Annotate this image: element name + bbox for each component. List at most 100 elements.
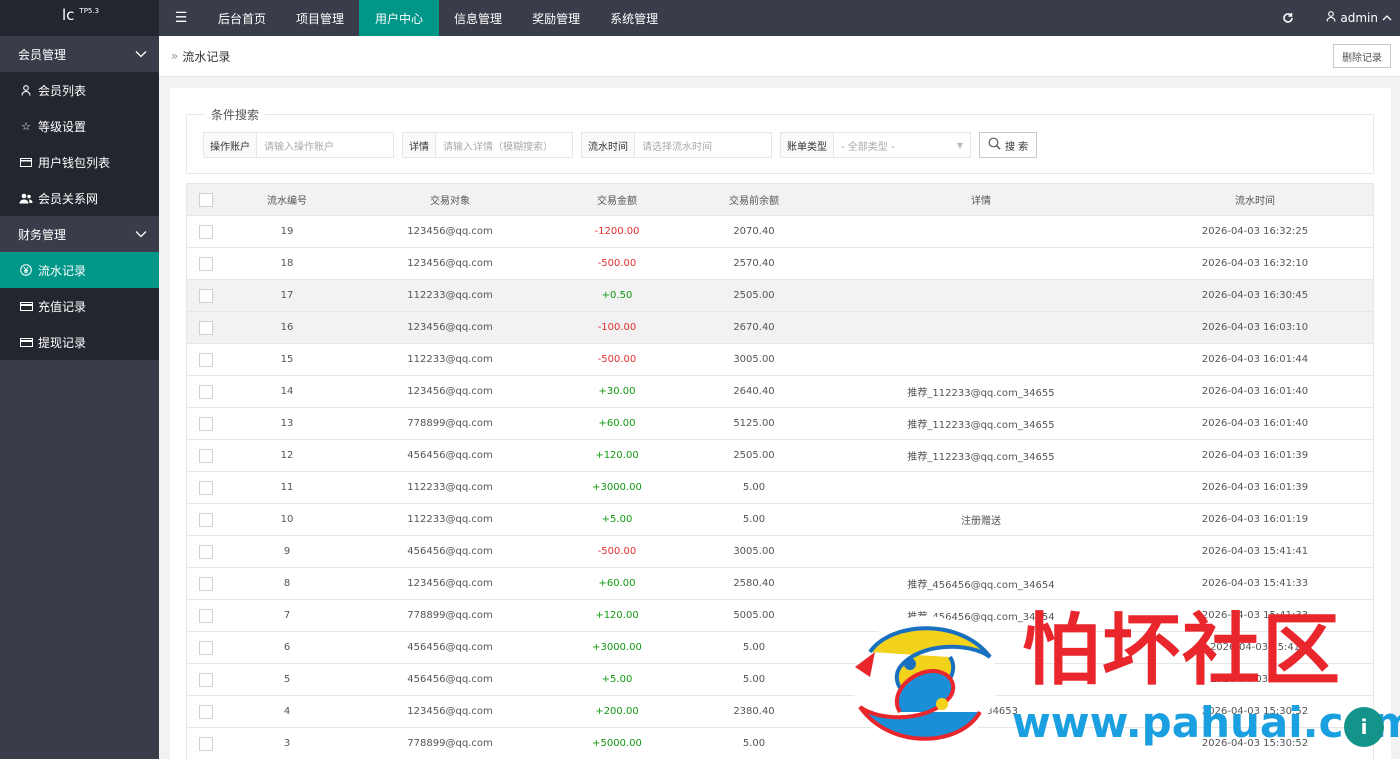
row-checkbox[interactable]: [187, 736, 225, 751]
logo[interactable]: lc TP5.3: [0, 0, 159, 36]
cell-balance: 3005.00: [733, 354, 775, 365]
page-title: 流水记录: [182, 49, 231, 64]
nav-info[interactable]: 信息管理: [439, 0, 517, 36]
row-checkbox[interactable]: [187, 608, 225, 623]
type-select[interactable]: - 全部类型 - ▼: [834, 133, 970, 157]
detail-label: 详情: [403, 133, 436, 157]
sidebar-group-label: 财务管理: [18, 227, 67, 242]
table-row[interactable]: 18 123456@qq.com -500.00 2570.40 2026-04-03 …: [187, 248, 1373, 280]
star-icon: ☆: [21, 119, 31, 133]
table-row[interactable]: 13 778899@qq.com +60.00 5125.00 推荐_112233@qq…: [187, 408, 1373, 440]
cell-time: 2026-04-03 16:01:44: [1201, 354, 1309, 365]
row-checkbox[interactable]: [187, 224, 225, 239]
delete-records-button[interactable]: 删除记录: [1333, 44, 1391, 68]
content-panel: 条件搜索 操作账户 请输入操作账户 详情 请输入详情（模糊搜索） 流水时间 请选…: [170, 88, 1391, 759]
row-checkbox[interactable]: [187, 576, 225, 591]
row-checkbox[interactable]: [187, 512, 225, 527]
row-checkbox[interactable]: [187, 288, 225, 303]
row-checkbox[interactable]: [187, 448, 225, 463]
table-row[interactable]: 3 778899@qq.com +5000.00 5.00 2026-04-03 15:…: [187, 728, 1373, 759]
cell-id: 3: [283, 738, 291, 749]
cell-object: 112233@qq.com: [407, 290, 493, 301]
cell-amount: +30.00: [598, 386, 636, 397]
yen-icon: [19, 264, 33, 276]
search-button-label: 搜 索: [1005, 141, 1029, 153]
header-object: 交易对象: [430, 196, 470, 207]
row-checkbox[interactable]: [187, 704, 225, 719]
table-row[interactable]: 11 112233@qq.com +3000.00 5.00 2026-04-03 16…: [187, 472, 1373, 504]
cell-amount: +5.00: [601, 514, 633, 525]
nav-projects[interactable]: 项目管理: [281, 0, 359, 36]
search-button[interactable]: 搜 索: [979, 132, 1038, 158]
sidebar-item-network[interactable]: 会员关系网: [0, 180, 159, 216]
sidebar-item-label: 会员列表: [38, 83, 87, 98]
row-checkbox[interactable]: [187, 384, 225, 399]
cell-amount: +3000.00: [592, 642, 642, 653]
refresh-icon[interactable]: [1268, 12, 1308, 24]
sidebar-item-member-list[interactable]: 会员列表: [0, 72, 159, 108]
time-input[interactable]: 请选择流水时间: [635, 133, 771, 157]
cell-detail: qq.com_34653: [943, 706, 1019, 717]
sidebar-item-flow-records[interactable]: 流水记录: [0, 252, 159, 288]
sidebar-item-recharge[interactable]: 充值记录: [0, 288, 159, 324]
cell-time: 2026-04-03 15:30:52: [1201, 738, 1309, 749]
table-row[interactable]: 4 123456@qq.com +200.00 2380.40 qq.com_34653…: [187, 696, 1373, 728]
type-label: 账单类型: [781, 133, 834, 157]
time-label: 流水时间: [582, 133, 635, 157]
cell-object: 778899@qq.com: [407, 418, 493, 429]
row-checkbox[interactable]: [187, 352, 225, 367]
sidebar-group-members[interactable]: 会员管理: [0, 36, 159, 72]
table-row[interactable]: 17 112233@qq.com +0.50 2505.00 2026-04-03 16…: [187, 280, 1373, 312]
sidebar-item-levels[interactable]: ☆ 等级设置: [0, 108, 159, 144]
cell-balance: 5125.00: [733, 418, 775, 429]
user-menu[interactable]: admin: [1308, 11, 1400, 25]
account-input[interactable]: 请输入操作账户: [257, 133, 393, 157]
table-row[interactable]: 12 456456@qq.com +120.00 2505.00 推荐_112233@q…: [187, 440, 1373, 472]
cell-id: 18: [280, 258, 294, 269]
detail-input[interactable]: 请输入详情（模糊搜索）: [436, 133, 572, 157]
cell-balance: 2505.00: [733, 290, 775, 301]
row-checkbox[interactable]: [187, 320, 225, 335]
cell-balance: 5.00: [742, 674, 766, 685]
select-all-checkbox[interactable]: [187, 192, 225, 207]
row-checkbox[interactable]: [187, 256, 225, 271]
nav-rewards[interactable]: 奖励管理: [517, 0, 595, 36]
table-row[interactable]: 16 123456@qq.com -100.00 2670.40 2026-04-03 …: [187, 312, 1373, 344]
table-row[interactable]: 5 456456@qq.com +5.00 5.00 送 2026-04-03 15:41: [187, 664, 1373, 696]
table-row[interactable]: 14 123456@qq.com +30.00 2640.40 推荐_112233@qq…: [187, 376, 1373, 408]
table-row[interactable]: 8 123456@qq.com +60.00 2580.40 推荐_456456@qq.…: [187, 568, 1373, 600]
row-checkbox[interactable]: [187, 544, 225, 559]
cell-time: 2026-04-03 15:41: [1209, 674, 1301, 685]
cell-detail: 推荐_112233@qq.com_34655: [907, 452, 1055, 463]
cell-id: 10: [280, 514, 294, 525]
search-fieldset: 条件搜索 操作账户 请输入操作账户 详情 请输入详情（模糊搜索） 流水时间 请选…: [186, 106, 1374, 174]
nav-home[interactable]: 后台首页: [203, 0, 281, 36]
table-row[interactable]: 19 123456@qq.com -1200.00 2070.40 2026-04-03…: [187, 216, 1373, 248]
row-checkbox[interactable]: [187, 480, 225, 495]
sidebar-item-wallets[interactable]: 用户钱包列表: [0, 144, 159, 180]
row-checkbox[interactable]: [187, 672, 225, 687]
cell-id: 11: [280, 482, 294, 493]
sidebar-item-withdraw[interactable]: 提现记录: [0, 324, 159, 360]
sidebar-group-finance[interactable]: 财务管理: [0, 216, 159, 252]
table-row[interactable]: 6 456456@qq.com +3000.00 5.00 2026-04-03 15:…: [187, 632, 1373, 664]
cell-object: 456456@qq.com: [407, 450, 493, 461]
cell-object: 123456@qq.com: [407, 258, 493, 269]
cell-balance: 2380.40: [733, 706, 775, 717]
cell-detail: 推荐_456456@qq.com_34654: [907, 612, 1055, 623]
nav-user-center[interactable]: 用户中心: [359, 0, 440, 36]
row-checkbox[interactable]: [187, 640, 225, 655]
table-row[interactable]: 7 778899@qq.com +120.00 5005.00 推荐_456456@qq…: [187, 600, 1373, 632]
table-row[interactable]: 15 112233@qq.com -500.00 3005.00 2026-04-03 …: [187, 344, 1373, 376]
table-row[interactable]: 10 112233@qq.com +5.00 5.00 注册赠送 2026-04-03 1…: [187, 504, 1373, 536]
table-row[interactable]: 9 456456@qq.com -500.00 3005.00 2026-04-03 1…: [187, 536, 1373, 568]
nav-system[interactable]: 系统管理: [595, 0, 673, 36]
help-button[interactable]: i: [1344, 707, 1384, 747]
user-icon: [1326, 11, 1336, 25]
type-filter: 账单类型 - 全部类型 - ▼: [780, 132, 971, 158]
cell-amount: +60.00: [598, 578, 636, 589]
cell-id: 17: [280, 290, 294, 301]
info-icon: i: [1360, 715, 1368, 739]
hamburger-icon[interactable]: ☰: [159, 0, 203, 36]
row-checkbox[interactable]: [187, 416, 225, 431]
